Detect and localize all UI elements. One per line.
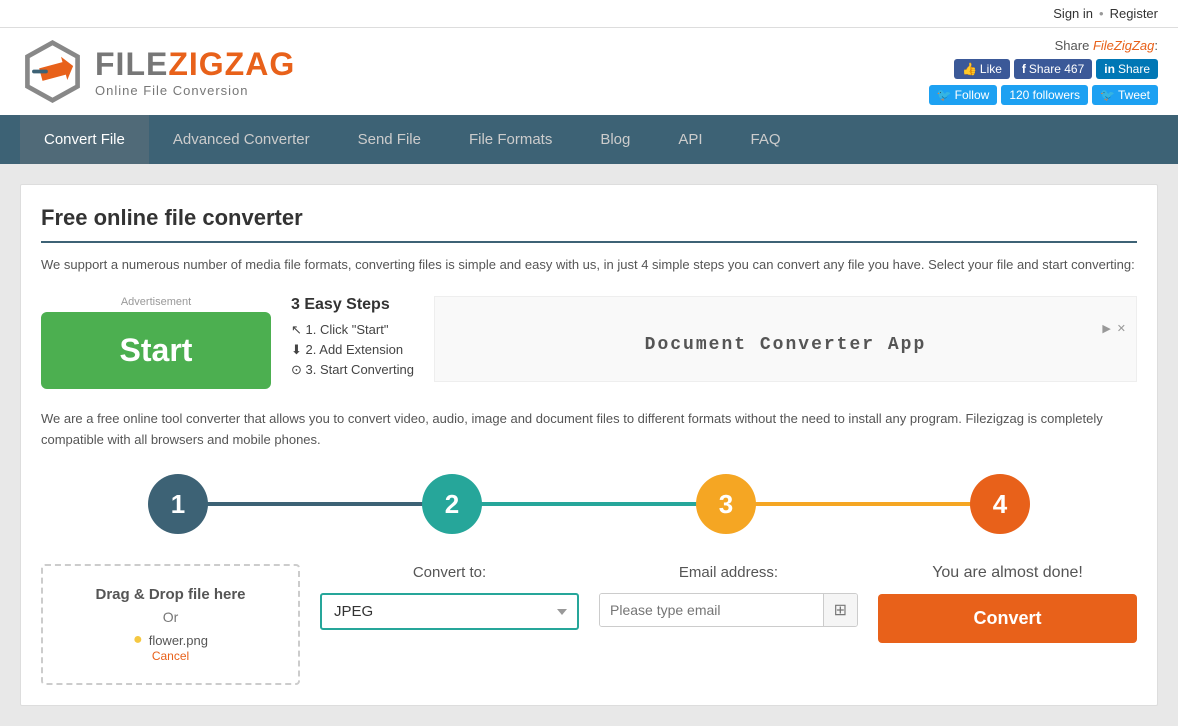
social-brand: FileZigZag: [1093, 38, 1154, 53]
email-input-wrap: ⊞: [599, 593, 858, 627]
email-input[interactable]: [600, 594, 823, 626]
register-link[interactable]: Register: [1110, 6, 1158, 21]
dropzone-or: Or: [163, 609, 179, 625]
step-2-circle: 2: [422, 474, 482, 534]
followers-button[interactable]: 120 followers: [1001, 85, 1088, 105]
ad-label: Advertisement: [41, 296, 271, 308]
ad-section: Advertisement Start 3 Easy Steps ↖ 1. Cl…: [41, 296, 1137, 389]
file-icon: ●: [133, 631, 143, 649]
ad-close-icon[interactable]: ✕: [1117, 322, 1126, 335]
step-4: 4: [863, 474, 1137, 534]
email-options-button[interactable]: ⊞: [823, 594, 857, 626]
grid-icon: ⊞: [834, 602, 847, 619]
email-label: Email address:: [679, 564, 778, 581]
navigation: Convert File Advanced Converter Send Fil…: [0, 115, 1178, 164]
cursor-icon: ↖: [291, 322, 302, 337]
step-3: 3: [589, 474, 863, 534]
linkedin-share-button[interactable]: in Share: [1096, 59, 1158, 79]
nav-advanced-converter[interactable]: Advanced Converter: [149, 115, 334, 164]
top-bar: Sign in • Register: [0, 0, 1178, 28]
nav-blog[interactable]: Blog: [576, 115, 654, 164]
ad-step-1: ↖ 1. Click "Start": [291, 322, 414, 338]
share-count-label: Share 467: [1029, 62, 1084, 76]
nav-api[interactable]: API: [654, 115, 726, 164]
nav-send-file[interactable]: Send File: [334, 115, 445, 164]
secondary-text: We are a free online tool converter that…: [41, 409, 1137, 451]
check-icon: ⊙: [291, 362, 302, 377]
facebook-icon: f: [1022, 62, 1026, 76]
logo-name-part1: FILE: [95, 46, 168, 82]
followers-label: 120 followers: [1009, 88, 1080, 102]
nav-faq[interactable]: FAQ: [727, 115, 805, 164]
panel-3-email: Email address: ⊞: [599, 564, 858, 627]
panels-row: Drag & Drop file here Or ● flower.png Ca…: [41, 564, 1137, 685]
step-1-circle: 1: [148, 474, 208, 534]
step-3-circle: 3: [696, 474, 756, 534]
like-label: Like: [980, 62, 1002, 76]
tweet-label: Tweet: [1118, 88, 1150, 102]
convert-to-label: Convert to:: [413, 564, 486, 581]
logo-subtitle: Online File Conversion: [95, 83, 295, 98]
nav-convert-file[interactable]: Convert File: [20, 115, 149, 164]
social-area: Share FileZigZag: 👍 Like f Share 467 in …: [929, 38, 1158, 105]
ad-step-3: ⊙ 3. Start Converting: [291, 362, 414, 378]
follow-label: Follow: [955, 88, 990, 102]
content-box: Free online file converter We support a …: [20, 184, 1158, 706]
linkedin-share-label: Share: [1118, 62, 1150, 76]
step-1: 1: [41, 474, 315, 534]
done-label: You are almost done!: [932, 564, 1083, 582]
ad-banner-title: Document Converter App: [645, 335, 927, 355]
ad-banner-controls: ▶ ✕: [445, 322, 1126, 335]
ad-arrow-icon: ▶: [1102, 322, 1110, 335]
logo-text: FILEZIGZAG Online File Conversion: [95, 46, 295, 98]
ad-steps-title: 3 Easy Steps: [291, 296, 414, 314]
step-4-circle: 4: [970, 474, 1030, 534]
dropzone[interactable]: Drag & Drop file here Or ● flower.png Ca…: [41, 564, 300, 685]
file-name: flower.png: [149, 633, 208, 648]
file-item: ● flower.png: [133, 631, 208, 649]
panel-1-upload: Drag & Drop file here Or ● flower.png Ca…: [41, 564, 300, 685]
separator: •: [1099, 6, 1104, 21]
tweet-button[interactable]: 🐦 Tweet: [1092, 85, 1158, 105]
intro-text: We support a numerous number of media fi…: [41, 255, 1137, 276]
dropzone-title: Drag & Drop file here: [95, 586, 245, 603]
social-buttons-row2: 🐦 Follow 120 followers 🐦 Tweet: [929, 85, 1158, 105]
header: FILEZIGZAG Online File Conversion Share …: [0, 28, 1178, 115]
page-title: Free online file converter: [41, 205, 1137, 243]
social-buttons-row1: 👍 Like f Share 467 in Share: [954, 59, 1158, 79]
facebook-share-button[interactable]: f Share 467: [1014, 59, 1092, 79]
panel-2-format: Convert to: JPEG PNG PDF MP4 MP3 GIF BMP…: [320, 564, 579, 630]
signin-link[interactable]: Sign in: [1053, 6, 1093, 21]
like-button[interactable]: 👍 Like: [954, 59, 1010, 79]
twitter-follow-button[interactable]: 🐦 Follow: [929, 85, 998, 105]
logo-name-part2: ZIGZAG: [168, 46, 295, 82]
panel-4-convert: You are almost done! Convert: [878, 564, 1137, 643]
social-label: Share FileZigZag:: [1055, 38, 1158, 53]
cancel-link[interactable]: Cancel: [152, 649, 189, 663]
logo-area: FILEZIGZAG Online File Conversion: [20, 39, 295, 104]
twitter-icon-tweet: 🐦: [1100, 88, 1115, 102]
ad-steps: 3 Easy Steps ↖ 1. Click "Start" ⬇ 2. Add…: [291, 296, 414, 382]
ad-left: Advertisement Start: [41, 296, 271, 389]
main-content: Free online file converter We support a …: [0, 164, 1178, 726]
download-icon: ⬇: [291, 342, 302, 357]
ad-right: 3 Easy Steps ↖ 1. Click "Start" ⬇ 2. Add…: [291, 296, 1137, 382]
convert-button[interactable]: Convert: [878, 594, 1137, 643]
nav-file-formats[interactable]: File Formats: [445, 115, 576, 164]
format-select[interactable]: JPEG PNG PDF MP4 MP3 GIF BMP TIFF: [320, 593, 579, 630]
linkedin-icon: in: [1104, 62, 1115, 76]
twitter-icon-follow: 🐦: [937, 88, 952, 102]
logo-name: FILEZIGZAG: [95, 46, 295, 83]
ad-start-button[interactable]: Start: [41, 312, 271, 389]
ad-banner: ▶ ✕ Document Converter App: [434, 296, 1137, 382]
ad-step-2: ⬇ 2. Add Extension: [291, 342, 414, 358]
steps-row: 1 2 3 4: [41, 474, 1137, 534]
thumbs-up-icon: 👍: [962, 62, 977, 76]
logo-icon: [20, 39, 85, 104]
step-2: 2: [315, 474, 589, 534]
